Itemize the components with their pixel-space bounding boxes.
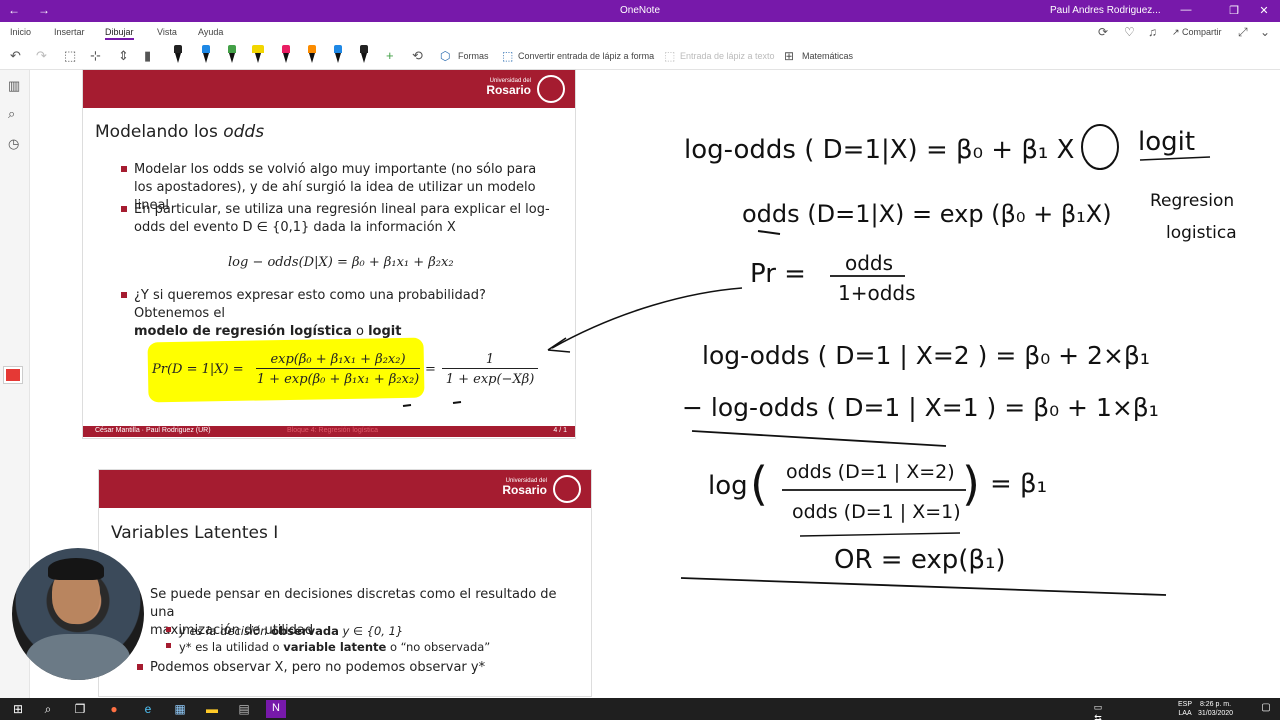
insert-space-icon[interactable]: ⇕ bbox=[118, 48, 129, 64]
edge-icon[interactable]: e bbox=[140, 702, 156, 716]
ribbon-tabs: Inicio Insertar Dibujar Vista Ayuda ⟳ ♡ … bbox=[0, 22, 1280, 42]
pen-blue[interactable] bbox=[200, 45, 212, 65]
logo-big-text: Rosario bbox=[486, 83, 531, 97]
footer-page: 4 / 1 bbox=[553, 427, 567, 434]
tab-insertar[interactable]: Insertar bbox=[54, 27, 85, 37]
file-explorer-icon[interactable]: ▬ bbox=[204, 702, 220, 716]
bell-icon[interactable]: ♫ bbox=[1148, 25, 1157, 39]
bullet-observar: Podemos observar X, pero no podemos obse… bbox=[137, 659, 580, 677]
recent-clock-icon[interactable]: ◷ bbox=[8, 136, 19, 152]
add-space-icon[interactable]: ⊹ bbox=[90, 48, 101, 64]
convert-ink-to-shape-label[interactable]: Convertir entrada de lápiz a forma bbox=[518, 51, 654, 61]
pen-pink[interactable] bbox=[280, 45, 292, 65]
task-view-icon[interactable]: ❐ bbox=[72, 702, 88, 716]
highlighter-yellow[interactable] bbox=[252, 45, 264, 65]
presenter-shirt bbox=[26, 634, 130, 680]
share-button[interactable]: ↗ Compartir bbox=[1172, 27, 1222, 38]
slide-variables-latentes: Universidad del Rosario Variables Latent… bbox=[99, 470, 591, 696]
logit-lhs: Pr(D = 1|X) = bbox=[152, 362, 244, 377]
expand-icon[interactable]: ⤢ bbox=[1238, 25, 1248, 40]
title-bar: ← → OneNote Paul Andres Rodriguez... — ❐… bbox=[0, 0, 1280, 22]
webcam-presenter-video bbox=[12, 548, 144, 680]
logit-equals: = bbox=[425, 362, 436, 377]
search-icon[interactable]: ⌕ bbox=[8, 106, 15, 122]
draw-toolbar: ↶ ↷ ⬚ ⊹ ⇕ ▮ + ⟲ ⬡ Formas ⬚ Convertir ent… bbox=[0, 42, 1280, 70]
photos-icon[interactable]: ▤ bbox=[236, 702, 252, 716]
equation-logit: Pr(D = 1|X) = exp(β₀ + β₁x₁ + β₂x₂) 1 + … bbox=[152, 350, 542, 398]
logit-numerator: exp(β₀ + β₁x₁ + β₂x₂) bbox=[256, 352, 420, 369]
university-logo-2: Universidad del Rosario bbox=[502, 478, 547, 496]
system-tray-icons[interactable]: ▭ ⇆ ◫ ▣ ♪ bbox=[1090, 702, 1106, 720]
firefox-icon[interactable]: ● bbox=[106, 702, 122, 716]
pen-blue-2[interactable] bbox=[332, 45, 344, 65]
language-indicator[interactable]: ESP LAA bbox=[1178, 700, 1192, 718]
bullet-3: ¿Y si queremos expresar esto como una pr… bbox=[121, 287, 564, 341]
windows-taskbar: ⊞ ⌕ ❐ ● e ▦ ▬ ▤ N ▭ ⇆ ◫ ▣ ♪ ESPLAA 8:26 … bbox=[0, 698, 1280, 720]
store-icon[interactable]: ▦ bbox=[172, 702, 188, 716]
restore-icon[interactable]: ❐ bbox=[1224, 4, 1244, 17]
record-stop-button[interactable] bbox=[3, 366, 23, 384]
share-label: Compartir bbox=[1182, 27, 1222, 37]
onenote-taskbar-icon[interactable]: N bbox=[266, 700, 286, 718]
pen-orange[interactable] bbox=[306, 45, 318, 65]
logit-denominator: 1 + exp(β₀ + β₁x₁ + β₂x₂) bbox=[256, 372, 420, 387]
add-pen-icon[interactable]: + bbox=[386, 48, 394, 63]
logit-denominator-2: 1 + exp(−Xβ) bbox=[445, 372, 535, 387]
university-seal-icon-2 bbox=[553, 475, 581, 503]
shapes-icon[interactable]: ⬡ bbox=[440, 49, 450, 63]
pen-black-2[interactable] bbox=[358, 45, 370, 65]
logo-big-text-2: Rosario bbox=[502, 483, 547, 497]
share-icon: ↗ bbox=[1172, 27, 1183, 37]
sub-bullet-latente: y* es la utilidad o variable latente o “… bbox=[166, 638, 579, 656]
logit-numerator-2: 1 bbox=[442, 352, 538, 369]
university-logo: Universidad del Rosario bbox=[486, 78, 531, 96]
sync-icon[interactable]: ⟳ bbox=[1098, 25, 1108, 39]
university-seal-icon bbox=[537, 75, 565, 103]
notifications-icon[interactable]: ▢ bbox=[1258, 702, 1274, 713]
search-icon[interactable]: ⌕ bbox=[40, 702, 56, 717]
equation-log-odds: log − odds(D|X) = β₀ + β₁x₁ + β₂x₂ bbox=[228, 255, 454, 270]
math-icon[interactable]: ⊞ bbox=[784, 49, 794, 63]
ink-replay-icon[interactable]: ⟲ bbox=[412, 48, 423, 64]
close-icon[interactable]: ✕ bbox=[1254, 4, 1274, 17]
tab-dibujar[interactable]: Dibujar bbox=[105, 27, 134, 40]
notebooks-icon[interactable]: ▥ bbox=[8, 78, 20, 94]
windows-start-icon[interactable]: ⊞ bbox=[10, 702, 26, 716]
user-name[interactable]: Paul Andres Rodriguez... bbox=[1050, 5, 1161, 16]
ink-to-text-label: Entrada de lápiz a texto bbox=[680, 51, 775, 61]
redo-icon[interactable]: ↷ bbox=[36, 48, 47, 64]
convert-shape-icon[interactable]: ⬚ bbox=[502, 49, 513, 63]
math-label[interactable]: Matemáticas bbox=[802, 51, 853, 61]
eraser-icon[interactable]: ▮ bbox=[144, 48, 151, 64]
tab-vista[interactable]: Vista bbox=[157, 27, 177, 37]
pen-green[interactable] bbox=[226, 45, 238, 65]
slide-title: Modelando los odds bbox=[95, 122, 265, 142]
lightbulb-icon[interactable]: ♡ bbox=[1124, 25, 1135, 39]
presenter-hair bbox=[48, 558, 104, 580]
tab-inicio[interactable]: Inicio bbox=[10, 27, 31, 37]
slide-title-2: Variables Latentes I bbox=[111, 523, 279, 543]
footer-authors: César Mantilla · Paul Rodriguez (UR) bbox=[95, 427, 211, 434]
shapes-label[interactable]: Formas bbox=[458, 51, 489, 61]
lasso-select-icon[interactable]: ⬚ bbox=[64, 48, 76, 64]
footer-section: Bloque 4: Regresión logística bbox=[287, 427, 379, 434]
taskbar-clock[interactable]: 8:26 p. m. 31/03/2020 bbox=[1198, 700, 1233, 718]
ink-to-text-icon: ⬚ bbox=[664, 49, 676, 63]
undo-icon[interactable]: ↶ bbox=[10, 48, 21, 64]
tab-ayuda[interactable]: Ayuda bbox=[198, 27, 223, 37]
more-icon[interactable]: ⌄ bbox=[1260, 25, 1270, 39]
pen-black-selected[interactable] bbox=[172, 45, 184, 65]
bullet-2: En particular, se utiliza una regresión … bbox=[121, 201, 564, 237]
slide-footer: César Mantilla · Paul Rodriguez (UR) Blo… bbox=[83, 426, 575, 437]
minimize-icon[interactable]: — bbox=[1176, 4, 1196, 16]
